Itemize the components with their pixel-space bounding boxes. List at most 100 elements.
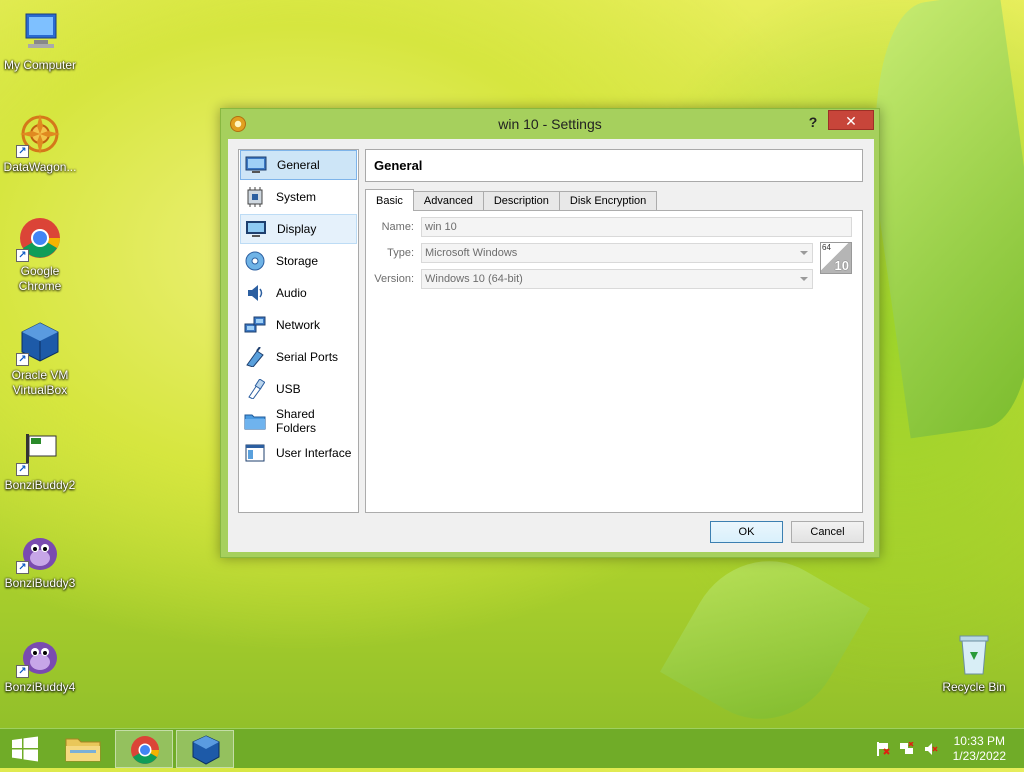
shortcut-arrow-icon: ↗ (16, 249, 29, 262)
clock-time: 10:33 PM (953, 734, 1005, 748)
shortcut-arrow-icon: ↗ (16, 463, 29, 476)
desktop-icon-bonzibuddy4[interactable]: ↗ BonziBuddy4 (0, 632, 80, 695)
usb-icon (244, 379, 266, 399)
desktop-icon-my-computer[interactable]: My Computer (0, 10, 80, 73)
shortcut-arrow-icon: ↗ (16, 145, 29, 158)
bonzibuddy-gorilla-icon: ↗ (16, 528, 62, 574)
nav-item-display[interactable]: Display (240, 214, 357, 244)
nav-item-system[interactable]: System (240, 182, 357, 212)
action-center-flag-icon[interactable] (876, 742, 890, 756)
chevron-down-icon (800, 277, 808, 281)
datawagon-icon: ↗ (16, 112, 62, 158)
nav-item-label: System (276, 190, 317, 204)
desktop-icon-label: BonziBuddy2 (4, 478, 76, 492)
tab-bar: Basic Advanced Description Disk Encrypti… (365, 189, 658, 211)
nav-item-general[interactable]: General (240, 150, 357, 180)
nav-item-usb[interactable]: USB (240, 374, 357, 404)
desktop-icon-datawagon[interactable]: ↗ DataWagon... (0, 112, 80, 175)
version-select[interactable]: Windows 10 (64-bit) (421, 269, 813, 289)
ok-button[interactable]: OK (710, 521, 783, 543)
desktop-icon-label: Google Chrome (18, 264, 62, 293)
name-field[interactable]: win 10 (421, 217, 852, 237)
desktop-icon-label: BonziBuddy3 (4, 576, 76, 590)
nav-item-label: General (277, 158, 320, 172)
windows-logo-icon (12, 736, 38, 762)
chevron-down-icon (800, 251, 808, 255)
nav-item-network[interactable]: Network (240, 310, 357, 340)
user-interface-icon (244, 443, 266, 463)
system-icon (244, 187, 266, 207)
nav-item-label: Network (276, 318, 321, 332)
os-type-icon: 64 10 (820, 242, 852, 274)
nav-item-storage[interactable]: Storage (240, 246, 357, 276)
shared-folders-icon (244, 411, 266, 431)
system-clock[interactable]: 10:33 PM 1/23/2022 (953, 734, 1006, 764)
desktop-icon-label: Recycle Bin (942, 680, 1006, 694)
serial-ports-icon (244, 347, 266, 367)
os-badge-bits: 64 (822, 243, 831, 252)
type-select[interactable]: Microsoft Windows (421, 243, 813, 263)
clock-date: 1/23/2022 (952, 749, 1006, 763)
type-select-value: Microsoft Windows (425, 247, 518, 259)
chrome-icon: ↗ (16, 216, 62, 262)
storage-icon (244, 251, 266, 271)
bonzibuddy-flag-icon: ↗ (16, 430, 62, 476)
nav-item-serial-ports[interactable]: Serial Ports (240, 342, 357, 372)
desktop-icon-label: BonziBuddy4 (4, 680, 76, 694)
volume-muted-icon[interactable] (924, 742, 938, 756)
desktop-icon-google-chrome[interactable]: ↗ Google Chrome (0, 216, 80, 294)
page-title: General (365, 149, 863, 182)
os-badge-version: 10 (834, 258, 849, 273)
chrome-icon (131, 736, 159, 764)
shortcut-arrow-icon: ↗ (16, 665, 29, 678)
settings-window: win 10 - Settings ? ✕ General System Dis… (220, 108, 880, 558)
name-label: Name: (381, 221, 414, 233)
help-button[interactable]: ? (801, 112, 825, 132)
taskbar-file-explorer[interactable] (54, 730, 112, 768)
taskbar: 10:33 PM 1/23/2022 (0, 728, 1024, 768)
nav-item-label: Shared Folders (276, 407, 317, 435)
window-title: win 10 - Settings (498, 116, 602, 132)
close-button[interactable]: ✕ (828, 110, 874, 130)
folder-icon (65, 738, 101, 762)
basic-tab-panel: Name: win 10 Type: Microsoft Windows Ver… (365, 210, 863, 513)
desktop-icon-label: My Computer (3, 58, 77, 72)
desktop-icon-virtualbox[interactable]: ↗ Oracle VM VirtualBox (0, 320, 80, 398)
shortcut-arrow-icon: ↗ (16, 561, 29, 574)
nav-item-user-interface[interactable]: User Interface (240, 438, 357, 468)
title-bar[interactable]: win 10 - Settings ? ✕ (221, 109, 879, 139)
computer-icon (18, 10, 62, 54)
virtualbox-icon: ↗ (16, 320, 62, 366)
start-button[interactable] (0, 730, 50, 768)
tab-advanced[interactable]: Advanced (412, 191, 484, 211)
bonzibuddy-gorilla-icon: ↗ (16, 632, 62, 678)
nav-item-label: User Interface (276, 446, 352, 460)
network-status-icon[interactable] (900, 741, 914, 756)
desktop-icon-bonzibuddy3[interactable]: ↗ BonziBuddy3 (0, 528, 80, 591)
cancel-button[interactable]: Cancel (791, 521, 864, 543)
network-icon (244, 315, 266, 335)
desktop-icon-bonzibuddy2[interactable]: ↗ BonziBuddy2 (0, 430, 80, 493)
nav-item-label: Audio (276, 286, 307, 300)
desktop-icon-label: Oracle VM VirtualBox (11, 368, 69, 397)
taskbar-virtualbox[interactable] (176, 730, 234, 768)
desktop-icon-recycle-bin[interactable]: Recycle Bin (934, 632, 1014, 695)
wallpaper-leaf (660, 533, 870, 747)
nav-item-shared-folders[interactable]: Shared Folders (240, 406, 357, 436)
tab-disk-encryption[interactable]: Disk Encryption (558, 191, 658, 211)
dialog-body: General System Display Storage Audio Net… (228, 139, 874, 552)
settings-category-list: General System Display Storage Audio Net… (238, 149, 359, 513)
general-icon (245, 155, 267, 175)
type-label: Type: (387, 247, 414, 259)
tab-description[interactable]: Description (482, 191, 560, 211)
display-icon (245, 219, 267, 239)
shortcut-arrow-icon: ↗ (16, 353, 29, 366)
tab-basic[interactable]: Basic (365, 189, 414, 211)
nav-item-label: Serial Ports (276, 350, 339, 364)
taskbar-chrome[interactable] (115, 730, 173, 768)
nav-item-audio[interactable]: Audio (240, 278, 357, 308)
audio-icon (244, 283, 266, 303)
virtualbox-icon (192, 735, 220, 765)
version-label: Version: (374, 273, 414, 285)
nav-item-label: Display (277, 222, 317, 236)
